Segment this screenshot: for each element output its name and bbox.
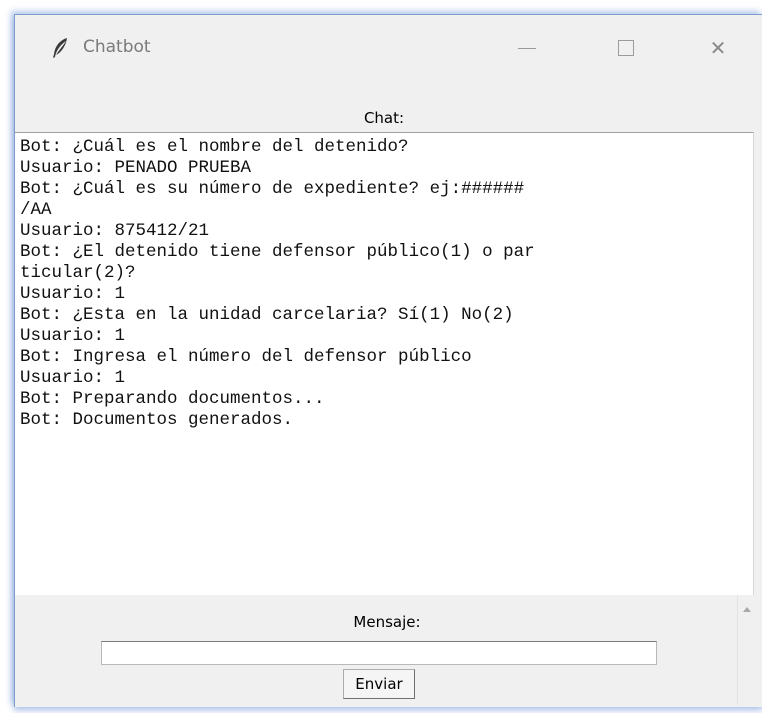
feather-icon bbox=[53, 38, 67, 58]
window-title: Chatbot bbox=[83, 37, 151, 57]
maximize-icon bbox=[618, 40, 634, 56]
close-icon: ✕ bbox=[709, 36, 727, 60]
scrollbar[interactable] bbox=[737, 595, 756, 705]
close-button[interactable]: ✕ bbox=[695, 33, 741, 63]
minimize-icon bbox=[518, 47, 536, 49]
maximize-button[interactable] bbox=[603, 33, 649, 63]
chat-label: Chat: bbox=[363, 109, 405, 127]
message-label: Mensaje: bbox=[353, 613, 421, 631]
title-bar[interactable]: Chatbot ✕ bbox=[15, 15, 762, 81]
message-input[interactable] bbox=[101, 641, 657, 665]
message-panel: Mensaje: Enviar bbox=[37, 595, 737, 705]
chat-transcript: Bot: ¿Cuál es el nombre del detenido? Us… bbox=[20, 137, 535, 430]
scroll-up-arrow-icon[interactable] bbox=[743, 607, 751, 612]
chat-transcript-area[interactable]: Bot: ¿Cuál es el nombre del detenido? Us… bbox=[15, 132, 754, 595]
minimize-button[interactable] bbox=[504, 33, 550, 63]
chatbot-window: Chatbot ✕ Chat: Bot: ¿Cuál es el nombre … bbox=[14, 14, 762, 707]
send-button[interactable]: Enviar bbox=[343, 669, 415, 699]
